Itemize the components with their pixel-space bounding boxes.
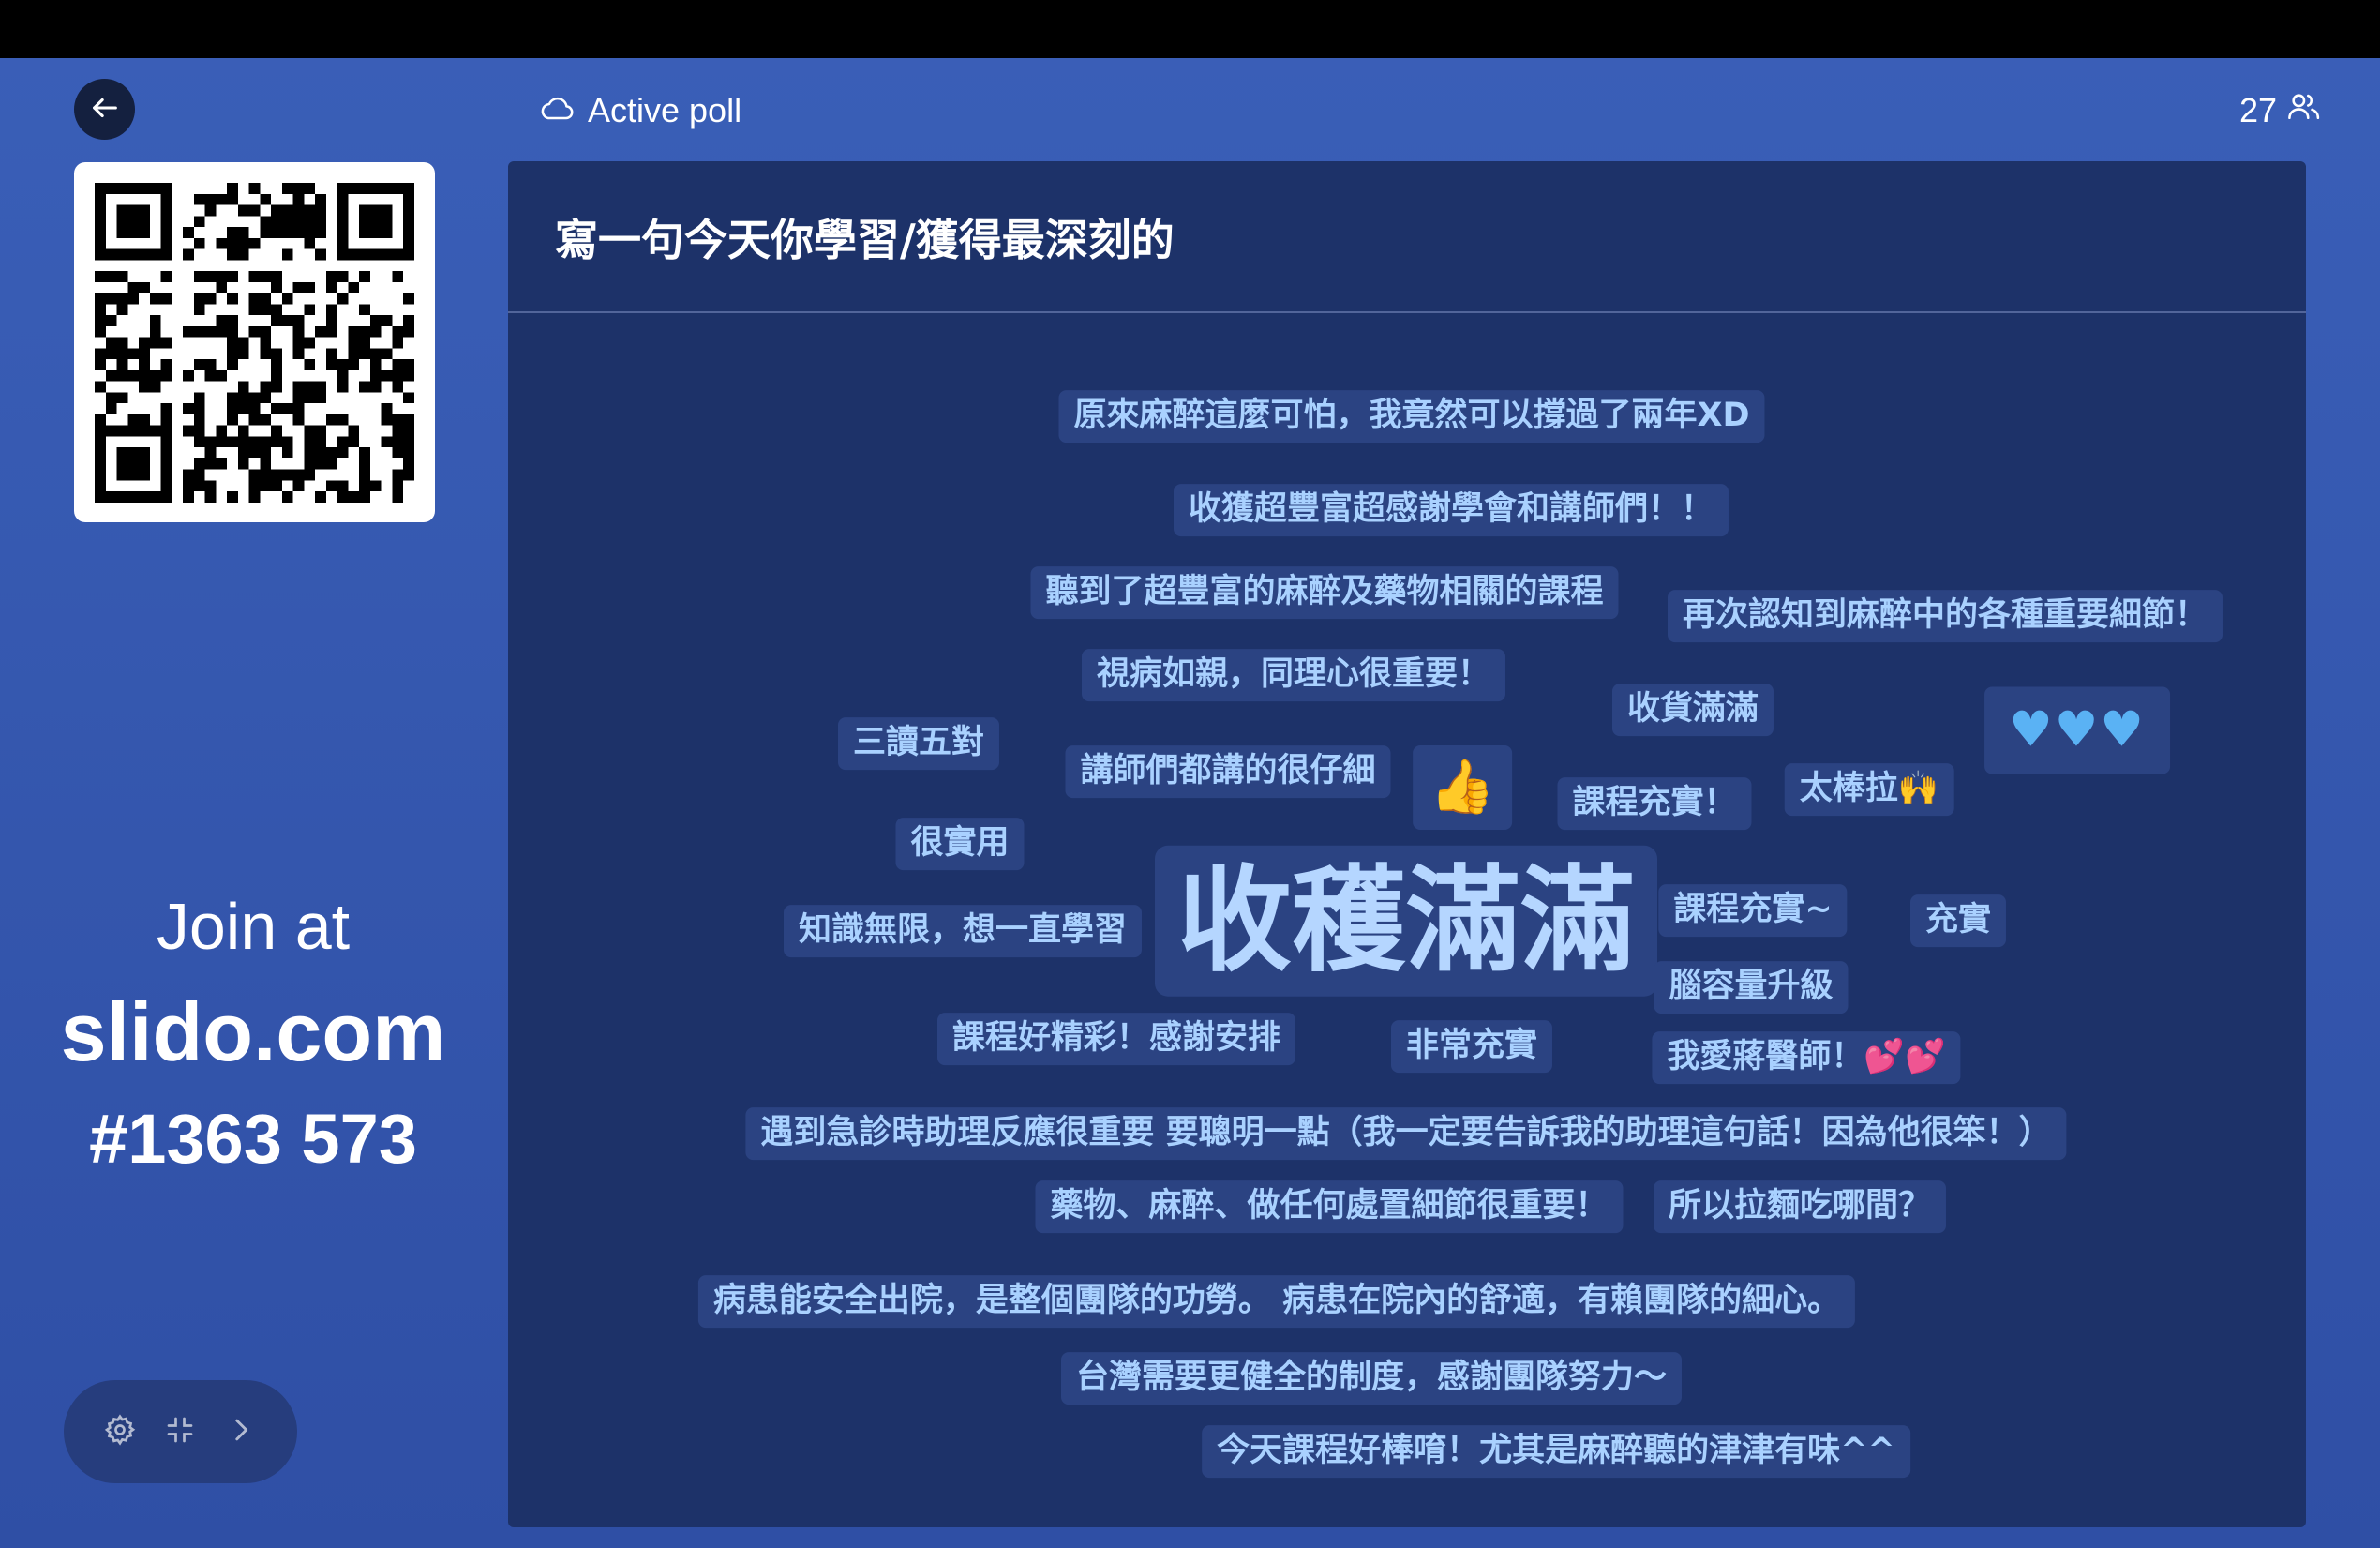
word-cloud-entry: ♥♥♥ [1984,686,2170,774]
exit-fullscreen-button[interactable] [160,1412,200,1451]
word-cloud-entry: 聽到了超豐富的麻醉及藥物相關的課程 [1030,566,1619,619]
minimize-icon [163,1413,197,1450]
join-qr-code [74,162,435,522]
word-cloud-entry: 台灣需要更健全的制度，感謝團隊努力～ [1060,1352,1683,1405]
word-cloud-entry: 再次認知到麻醉中的各種重要細節！ [1667,590,2223,642]
word-cloud-entry: 收貨滿滿 [1611,684,1774,736]
presentation-controls [64,1380,297,1483]
word-cloud-entry: 遇到急診時助理反應很重要 要聰明一點（我一定要告訴我的助理這句話！因為他很笨！） [745,1107,2067,1160]
participants-count: 27 [2239,89,2322,131]
word-cloud-entry: 腦容量升級 [1654,961,1849,1014]
arrow-left-icon [89,92,121,128]
poll-status: Active poll [539,89,741,131]
word-cloud-entry: 今天課程好棒唷！尤其是麻醉聽的津津有味^^ [1202,1425,1910,1478]
word-cloud-entry: 很實用 [895,818,1025,870]
word-cloud-entry: 課程充實！ [1557,777,1752,830]
word-cloud-entry: 我愛蔣醫師！💕💕 [1652,1031,1961,1084]
word-cloud-entry: 藥物、麻醉、做任何處置細節很重要！ [1035,1180,1624,1233]
next-button[interactable] [221,1412,261,1451]
word-cloud-entry: 知識無限，想一直學習 [783,905,1143,957]
users-icon [2286,90,2322,130]
gear-icon [103,1413,137,1450]
poll-panel: 寫一句今天你學習/獲得最深刻的 原來麻醉這麼可怕，我竟然可以撐過了兩年XD 收獲超… [508,161,2306,1527]
word-cloud-entry: 原來麻醉這麼可怕，我竟然可以撐過了兩年XD [1058,390,1765,443]
word-cloud-entry: 太棒拉🙌 [1784,763,1954,816]
word-cloud-entry: 視病如親，同理心很重要！ [1081,649,1506,701]
participants-count-value: 27 [2238,90,2277,129]
cloud-icon [539,91,575,130]
join-event-code: #1363 573 [89,1100,417,1178]
word-cloud-entry: 課程充實~ [1658,884,1848,937]
poll-status-label: Active poll [588,90,742,129]
join-domain: slido.com [60,985,446,1078]
word-cloud-entry: 收獲超豐富超感謝學會和講師們！！ [1173,484,1729,536]
word-cloud-entry: 👍 [1413,745,1512,830]
word-cloud-entry: 課程好精彩！感謝安排 [936,1013,1296,1065]
word-cloud-entry: 非常充實 [1390,1020,1553,1073]
word-cloud-entry: 三讀五對 [837,717,1000,770]
back-button[interactable] [74,79,135,140]
join-label: Join at [156,890,351,963]
chevron-right-icon [225,1414,257,1450]
settings-button[interactable] [100,1412,140,1451]
word-cloud: 原來麻醉這麼可怕，我竟然可以撐過了兩年XD 收獲超豐富超感謝學會和講師們！！ 聽到了… [508,161,2306,1527]
word-cloud-entry: 所以拉麵吃哪間？ [1653,1180,1947,1233]
word-cloud-entry: 病患能安全出院，是整個團隊的功勞。 病患在院內的舒適，有賴團隊的細心。 [697,1275,1856,1328]
word-cloud-entry: 收穫滿滿 [1155,845,1657,997]
word-cloud-entry: 講師們都講的很仔細 [1065,745,1391,798]
top-black-bar [0,0,2380,58]
qr-code-icon [95,183,414,503]
word-cloud-entry: 充實 [1909,894,2007,947]
